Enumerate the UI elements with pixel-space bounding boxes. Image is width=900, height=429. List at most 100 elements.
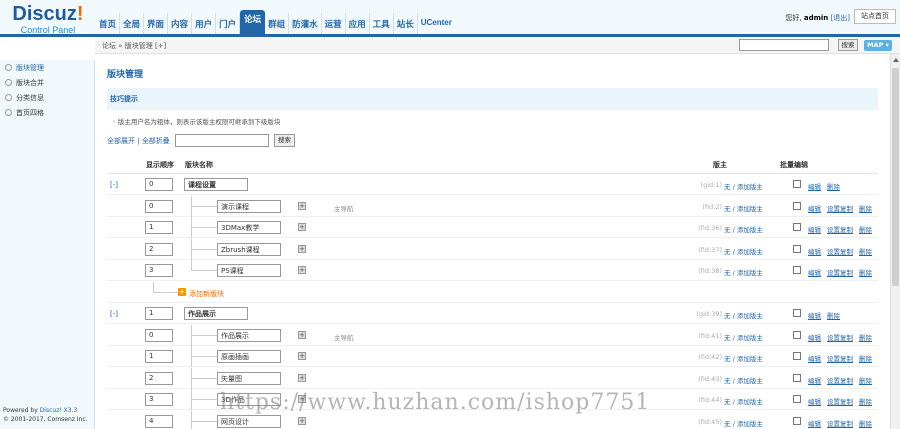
add-forum-link[interactable]: 添加新版块: [189, 289, 224, 299]
add-subforum-icon[interactable]: +: [298, 223, 306, 231]
row-action-link[interactable]: 设置复制: [827, 398, 853, 406]
forum-name-input[interactable]: 演示课程: [217, 199, 281, 213]
row-action-link[interactable]: 编辑: [808, 205, 821, 213]
nav-tab[interactable]: 防灌水: [289, 13, 322, 34]
nav-tab[interactable]: 内容: [168, 13, 193, 34]
row-action-link[interactable]: 设置复制: [827, 355, 853, 363]
row-action-link[interactable]: 删除: [827, 183, 840, 191]
row-action-link[interactable]: 删除: [859, 355, 872, 363]
row-action-link[interactable]: 设置复制: [827, 420, 853, 428]
nav-tab[interactable]: UCenter: [418, 13, 455, 34]
forum-search-button[interactable]: 搜索: [274, 134, 295, 147]
row-action-link[interactable]: 删除: [859, 205, 872, 213]
forum-name-input[interactable]: 矢量图: [217, 371, 281, 385]
row-action-link[interactable]: 设置复制: [827, 334, 853, 342]
row-action-link[interactable]: 设置复制: [827, 269, 853, 277]
vertical-scrollbar[interactable]: [890, 54, 900, 429]
group-name-input[interactable]: 作品展示: [184, 307, 248, 320]
row-action-link[interactable]: 删除: [859, 248, 872, 256]
forum-name-input[interactable]: 3DMax教学: [217, 221, 281, 234]
batch-checkbox[interactable]: [793, 309, 801, 317]
moderator-links[interactable]: 无 / 添加版主: [724, 396, 763, 406]
row-action-link[interactable]: 设置复制: [827, 248, 853, 256]
menu-search-button[interactable]: 搜索: [838, 39, 858, 51]
batch-checkbox[interactable]: [793, 201, 801, 210]
forum-name-input[interactable]: 作品展示: [217, 328, 281, 342]
row-action-link[interactable]: 删除: [859, 420, 872, 428]
forum-search-input[interactable]: [175, 134, 269, 147]
scroll-up-icon[interactable]: [893, 58, 899, 62]
row-action-link[interactable]: 编辑: [808, 355, 821, 363]
row-action-link[interactable]: 删除: [859, 398, 872, 406]
batch-checkbox[interactable]: [793, 395, 801, 403]
row-action-link[interactable]: 删除: [859, 334, 872, 342]
add-subforum-icon[interactable]: +: [298, 416, 306, 425]
expand-all-link[interactable]: 全部展开: [107, 137, 135, 145]
row-action-link[interactable]: 删除: [859, 269, 872, 277]
moderator-links[interactable]: 无 / 添加版主: [724, 203, 763, 213]
row-action-link[interactable]: 编辑: [808, 226, 821, 234]
add-icon[interactable]: +: [178, 287, 186, 296]
row-action-link[interactable]: 删除: [859, 226, 872, 234]
batch-checkbox[interactable]: [793, 180, 801, 188]
row-action-link[interactable]: 编辑: [808, 420, 821, 428]
row-action-link[interactable]: 设置复制: [827, 205, 853, 213]
collapse-all-link[interactable]: 全部折叠: [142, 137, 170, 145]
forum-name-input[interactable]: Zbrush课程: [217, 242, 281, 256]
nav-tab[interactable]: 应用: [346, 13, 370, 34]
row-action-link[interactable]: 删除: [859, 377, 872, 385]
moderator-links[interactable]: 无 / 添加版主: [724, 375, 763, 385]
order-input[interactable]: 2: [145, 371, 173, 385]
moderator-links[interactable]: 无 / 添加版主: [724, 181, 763, 191]
moderator-links[interactable]: 无 / 添加版主: [724, 332, 763, 342]
row-action-link[interactable]: 设置复制: [827, 226, 853, 234]
batch-checkbox[interactable]: [793, 416, 801, 425]
row-action-link[interactable]: 删除: [827, 312, 840, 320]
order-input[interactable]: 3: [145, 393, 173, 406]
add-subforum-icon[interactable]: +: [298, 373, 306, 382]
order-input[interactable]: 0: [145, 199, 173, 213]
add-subforum-icon[interactable]: +: [298, 352, 306, 360]
sidebar-item[interactable]: 版块管理: [0, 60, 94, 75]
order-input[interactable]: 0: [145, 178, 173, 191]
logout-link[interactable]: [退出]: [831, 14, 850, 22]
nav-tab[interactable]: 全局: [120, 13, 145, 34]
moderator-links[interactable]: 无 / 添加版主: [724, 246, 763, 256]
batch-checkbox[interactable]: [793, 244, 801, 253]
row-action-link[interactable]: 编辑: [808, 334, 821, 342]
row-action-link[interactable]: 编辑: [808, 312, 821, 320]
scroll-thumb[interactable]: [892, 68, 899, 286]
moderator-links[interactable]: 无 / 添加版主: [724, 267, 763, 277]
order-input[interactable]: 4: [145, 414, 173, 428]
nav-tab[interactable]: 首页: [96, 13, 121, 34]
row-action-link[interactable]: 编辑: [808, 248, 821, 256]
order-input[interactable]: 1: [145, 350, 173, 363]
discuz-logo[interactable]: Discuz! Control Panel: [3, 4, 93, 35]
nav-tab[interactable]: 门户: [216, 13, 241, 34]
add-subforum-icon[interactable]: +: [298, 201, 306, 210]
row-action-link[interactable]: 设置复制: [827, 377, 853, 385]
moderator-links[interactable]: 无 / 添加版主: [724, 310, 763, 320]
nav-tab[interactable]: 站长: [394, 13, 418, 34]
batch-checkbox[interactable]: [793, 266, 801, 274]
batch-checkbox[interactable]: [793, 373, 801, 382]
forum-name-input[interactable]: 网页设计: [217, 414, 281, 428]
batch-checkbox[interactable]: [793, 223, 801, 231]
nav-tab[interactable]: 运营: [322, 13, 346, 34]
menu-search-input[interactable]: [739, 39, 829, 51]
breadcrumb[interactable]: 论坛 » 版块管理 [+]: [102, 41, 166, 51]
nav-tab[interactable]: 群组: [265, 13, 290, 34]
add-subforum-icon[interactable]: +: [298, 244, 306, 253]
order-input[interactable]: 0: [145, 328, 173, 342]
powered-brand[interactable]: Discuz! X3.3: [40, 407, 78, 414]
add-subforum-icon[interactable]: +: [298, 266, 306, 274]
order-input[interactable]: 1: [145, 307, 173, 320]
moderator-links[interactable]: 无 / 添加版主: [724, 224, 763, 234]
forum-name-input[interactable]: PS课程: [217, 264, 281, 277]
nav-tab[interactable]: 论坛: [240, 10, 266, 34]
moderator-links[interactable]: 无 / 添加版主: [724, 418, 763, 428]
map-button[interactable]: MAP ▾: [864, 40, 892, 51]
order-input[interactable]: 2: [145, 242, 173, 256]
row-action-link[interactable]: 编辑: [808, 183, 821, 191]
row-action-link[interactable]: 编辑: [808, 269, 821, 277]
